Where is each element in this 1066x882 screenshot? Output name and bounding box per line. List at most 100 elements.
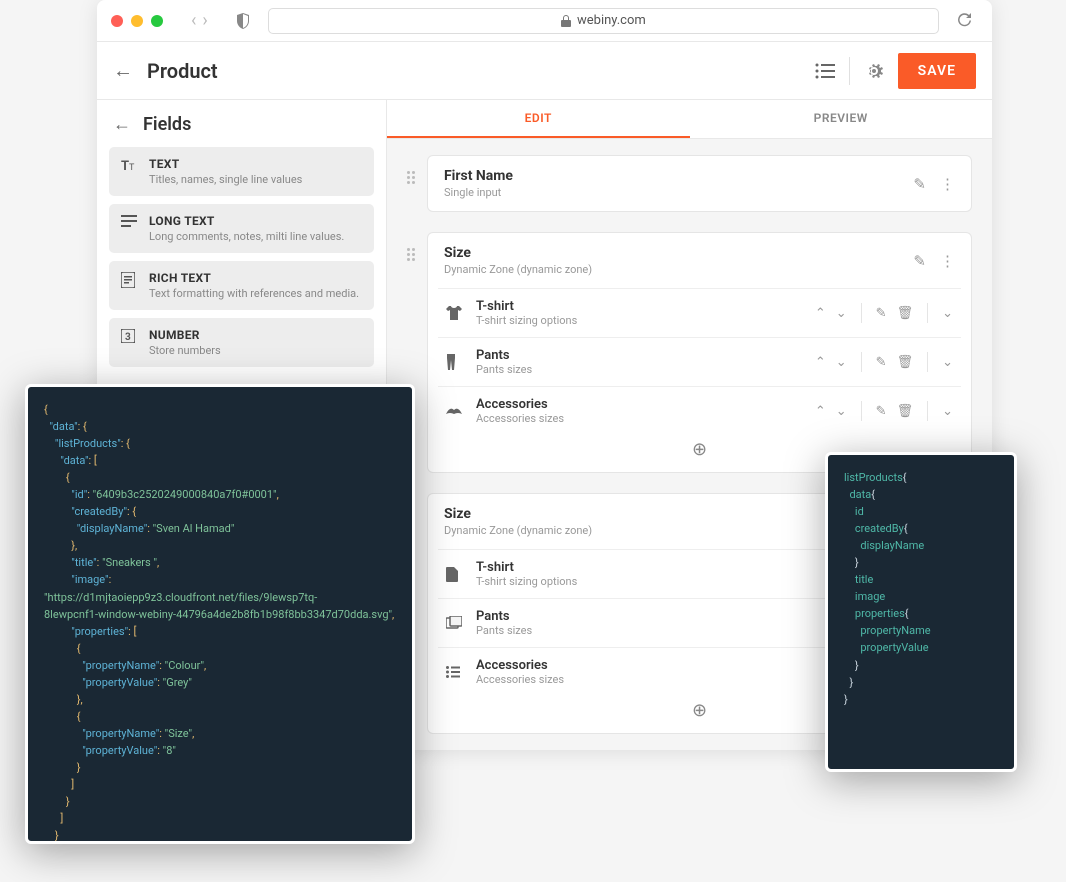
zone-item-title: Accessories <box>476 397 815 412</box>
delete-icon[interactable]: 🗑 <box>897 404 914 419</box>
edit-icon[interactable]: ✎ <box>876 306 887 321</box>
divider <box>849 57 850 85</box>
reload-icon[interactable] <box>957 13 972 28</box>
expand-icon[interactable]: ⌄ <box>942 404 953 419</box>
field-type-rich-text[interactable]: RICH TEXT Text formatting with reference… <box>109 261 374 310</box>
svg-text:T: T <box>121 159 129 172</box>
delete-icon[interactable]: 🗑 <box>897 355 914 370</box>
gallery-icon <box>446 616 470 630</box>
delete-icon[interactable]: 🗑 <box>897 306 914 321</box>
sidebar-title: Fields <box>143 114 191 135</box>
move-down-icon[interactable]: ⌄ <box>836 306 847 321</box>
app-header: ← Product SAVE <box>97 42 992 100</box>
add-item-icon[interactable]: ⊕ <box>692 700 707 721</box>
move-down-icon[interactable]: ⌄ <box>836 355 847 370</box>
edit-icon[interactable]: ✎ <box>913 252 926 270</box>
zone-item-accessories: Accessories Accessories sizes ⌃ ⌄ ✎ 🗑 <box>438 386 961 435</box>
field-card: First Name Single input ✎ ⋮ <box>427 155 972 212</box>
field-subtitle: Dynamic Zone (dynamic zone) <box>444 263 592 276</box>
minimize-window-icon[interactable] <box>131 15 143 27</box>
more-icon[interactable]: ⋮ <box>940 252 955 270</box>
browser-chrome: ‹ › webiny.com <box>97 0 992 42</box>
zone-item-title: Accessories <box>476 658 855 673</box>
editor-tabs: EDIT PREVIEW <box>387 100 992 139</box>
drag-handle-icon[interactable] <box>407 171 415 184</box>
rich-text-icon <box>121 272 139 288</box>
field-type-desc: Long comments, notes, milti line values. <box>149 230 344 243</box>
header-actions: SAVE <box>815 53 976 89</box>
privacy-shield-icon[interactable] <box>236 13 250 29</box>
tab-preview[interactable]: PREVIEW <box>690 100 993 138</box>
field-subtitle: Dynamic Zone (dynamic zone) <box>444 524 592 537</box>
save-button[interactable]: SAVE <box>898 53 976 89</box>
code-panel-json-response: { "data": { "listProducts": { "data": [ … <box>25 384 415 844</box>
nav-back-icon[interactable]: ‹ <box>191 10 196 31</box>
text-type-icon: TT <box>121 158 139 172</box>
move-up-icon[interactable]: ⌃ <box>815 404 826 419</box>
zone-item-sub: T-shirt sizing options <box>476 575 855 588</box>
field-type-long-text[interactable]: LONG TEXT Long comments, notes, milti li… <box>109 204 374 253</box>
field-title: Size <box>444 245 592 261</box>
accessories-icon <box>446 406 470 416</box>
url-bar[interactable]: webiny.com <box>268 8 939 34</box>
nav-arrows: ‹ › <box>191 10 208 31</box>
zone-item-tshirt: T-shirt T-shirt sizing options ⌃ ⌄ ✎ 🗑 <box>438 288 961 337</box>
edit-icon[interactable]: ✎ <box>913 175 926 193</box>
field-title: First Name <box>444 168 513 184</box>
zone-item-pants: Pants Pants sizes ⌃ ⌄ ✎ 🗑 <box>438 337 961 386</box>
tab-edit[interactable]: EDIT <box>387 100 690 138</box>
field-type-desc: Titles, names, single line values <box>149 173 302 186</box>
move-up-icon[interactable]: ⌃ <box>815 355 826 370</box>
zone-item-title: Pants <box>476 348 815 363</box>
zone-item-sub: Accessories sizes <box>476 673 855 686</box>
zone-item-sub: Accessories sizes <box>476 412 815 425</box>
edit-icon[interactable]: ✎ <box>876 404 887 419</box>
move-up-icon[interactable]: ⌃ <box>815 306 826 321</box>
window-controls <box>111 15 163 27</box>
back-button[interactable]: ← <box>113 58 133 83</box>
page-title: Product <box>147 59 815 83</box>
pants-icon <box>446 354 470 370</box>
zone-item-title: T-shirt <box>476 299 815 314</box>
more-icon[interactable]: ⋮ <box>940 175 955 193</box>
sidebar-back-icon[interactable]: ← <box>113 114 131 135</box>
number-icon: 3 <box>121 329 139 343</box>
nav-forward-icon[interactable]: › <box>202 10 207 31</box>
tshirt-icon <box>446 306 470 320</box>
svg-text:T: T <box>129 163 135 172</box>
zone-item-sub: Pants sizes <box>476 624 855 637</box>
field-card: Size Dynamic Zone (dynamic zone) ✎ ⋮ <box>427 232 972 473</box>
list-icon[interactable] <box>815 63 835 79</box>
close-window-icon[interactable] <box>111 15 123 27</box>
field-type-name: RICH TEXT <box>149 271 359 285</box>
drag-handle-icon[interactable] <box>407 248 415 261</box>
gear-icon[interactable] <box>864 61 884 81</box>
zone-item-sub: Pants sizes <box>476 363 815 376</box>
zone-item-title: Pants <box>476 609 855 624</box>
field-type-name: NUMBER <box>149 328 221 342</box>
maximize-window-icon[interactable] <box>151 15 163 27</box>
field-type-number[interactable]: 3 NUMBER Store numbers <box>109 318 374 367</box>
edit-icon[interactable]: ✎ <box>876 355 887 370</box>
url-text: webiny.com <box>577 13 646 28</box>
field-type-name: LONG TEXT <box>149 214 344 228</box>
field-type-desc: Text formatting with references and medi… <box>149 287 359 300</box>
move-down-icon[interactable]: ⌄ <box>836 404 847 419</box>
list-icon <box>446 666 470 678</box>
zone-item-sub: T-shirt sizing options <box>476 314 815 327</box>
field-row-size-1: Size Dynamic Zone (dynamic zone) ✎ ⋮ <box>407 232 972 473</box>
field-title: Size <box>444 506 592 522</box>
field-type-name: TEXT <box>149 157 302 171</box>
field-subtitle: Single input <box>444 186 513 199</box>
add-item-icon[interactable]: ⊕ <box>692 439 707 460</box>
long-text-icon <box>121 215 139 227</box>
expand-icon[interactable]: ⌄ <box>942 306 953 321</box>
document-icon <box>446 567 470 582</box>
expand-icon[interactable]: ⌄ <box>942 355 953 370</box>
zone-item-title: T-shirt <box>476 560 855 575</box>
code-panel-graphql-query: listProducts{ data{ id createdBy{ displa… <box>825 452 1017 772</box>
field-type-text[interactable]: TT TEXT Titles, names, single line value… <box>109 147 374 196</box>
field-row-first-name: First Name Single input ✎ ⋮ <box>407 155 972 212</box>
field-type-desc: Store numbers <box>149 344 221 357</box>
lock-icon <box>561 15 571 27</box>
